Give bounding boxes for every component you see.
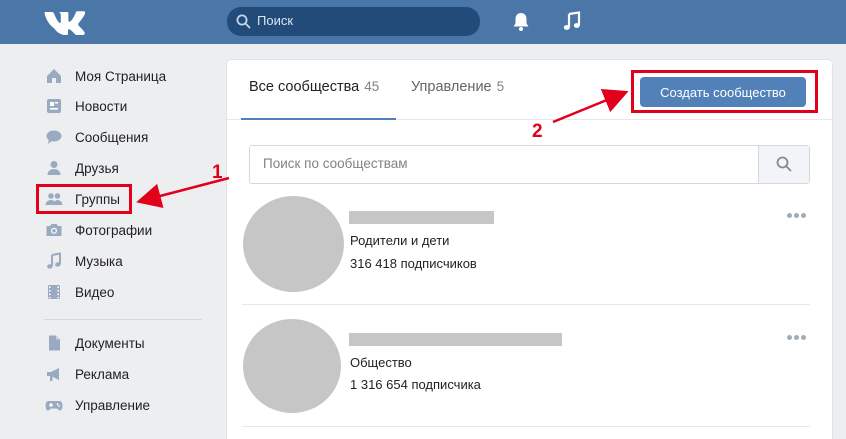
annotation-arrow-2 (552, 88, 629, 124)
annotation-number-2: 2 (532, 121, 543, 142)
annotation-number-1: 1 (212, 162, 223, 183)
annotation-arrows (136, 88, 629, 209)
